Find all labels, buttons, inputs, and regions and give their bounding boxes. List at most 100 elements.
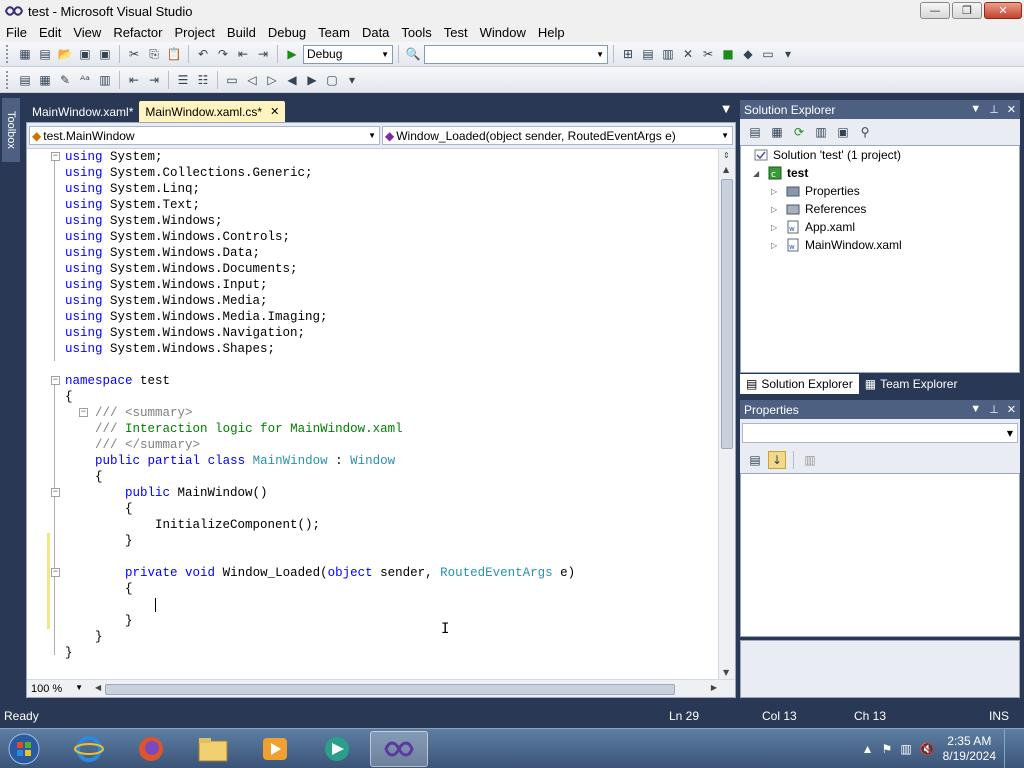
object-selector[interactable]: ▼ [742, 423, 1018, 443]
clear-bookmarks-icon[interactable]: ▢ [323, 71, 341, 89]
types-combo[interactable]: ◆ test.MainWindow ▼ [29, 126, 380, 145]
scroll-right-icon[interactable]: ▶ [711, 683, 717, 692]
scroll-left-icon[interactable]: ◀ [95, 683, 101, 692]
menu-data[interactable]: Data [356, 25, 395, 40]
tab-mainwindow-xaml-cs[interactable]: MainWindow.xaml.cs* ✕ [139, 101, 286, 122]
decrease-indent-icon[interactable]: ⇤ [125, 71, 143, 89]
view-designer-icon[interactable]: ▣ [834, 123, 852, 141]
taskbar-explorer[interactable] [184, 731, 242, 767]
paste-icon[interactable]: 📋 [165, 45, 183, 63]
tree-item-mainwindow-xaml[interactable]: ▷ w MainWindow.xaml [771, 236, 902, 254]
horizontal-scrollbar[interactable]: ◀ ▶ [95, 683, 717, 695]
toolbox-icon[interactable]: ✕ [679, 45, 697, 63]
tree-item-properties[interactable]: ▷ Properties [771, 182, 860, 200]
network-icon[interactable]: ▥ [900, 742, 911, 756]
scroll-down-icon[interactable]: ▼ [723, 668, 729, 677]
extension-manager-icon[interactable]: ◆ [739, 45, 757, 63]
start-button[interactable] [4, 731, 44, 767]
tree-item-app-xaml[interactable]: ▷ w App.xaml [771, 218, 855, 236]
volume-muted-icon[interactable]: 🔇 [920, 742, 935, 756]
refresh-icon[interactable]: ⟳ [790, 123, 808, 141]
taskbar-media-player[interactable] [246, 731, 304, 767]
property-pages-icon[interactable]: ▥ [801, 451, 819, 469]
uncomment-lines-icon[interactable]: ☷ [194, 71, 212, 89]
panel-close-icon[interactable]: ✕ [1007, 103, 1016, 116]
vertical-scrollbar[interactable]: ⇕ ▲ ▼ [718, 149, 735, 681]
minimize-button[interactable]: — [920, 2, 950, 19]
previous-bookmark-icon[interactable]: ◁ [243, 71, 261, 89]
expand-arrow-icon[interactable]: ▷ [771, 223, 785, 232]
menu-view[interactable]: View [67, 25, 107, 40]
tree-item-references[interactable]: ▷ References [771, 200, 866, 218]
find-in-files-icon[interactable]: 🔍 [404, 45, 422, 63]
tree-item-solution[interactable]: Solution 'test' (1 project) [753, 146, 901, 164]
split-handle-icon[interactable]: ⇕ [723, 151, 730, 160]
clock[interactable]: 2:35 AM 8/19/2024 [943, 734, 996, 764]
toolbar-grip[interactable] [6, 45, 10, 63]
panel-close-icon[interactable]: ✕ [1007, 403, 1016, 416]
menu-file[interactable]: File [0, 25, 33, 40]
menu-refactor[interactable]: Refactor [107, 25, 168, 40]
new-project-icon[interactable]: ▦ [16, 45, 34, 63]
tools-icon[interactable]: ✂ [699, 45, 717, 63]
collapse-icon[interactable]: − [51, 568, 60, 577]
taskbar-internet-explorer[interactable] [60, 731, 118, 767]
code-text-area[interactable]: − using System; using System.Collections.… [27, 149, 719, 681]
toolbox-tab[interactable]: Toolbox [2, 98, 20, 162]
menu-help[interactable]: Help [532, 25, 571, 40]
horizontal-scroll-thumb[interactable] [105, 684, 675, 695]
collapse-icon[interactable]: − [51, 488, 60, 497]
increase-indent-icon[interactable]: ⇥ [145, 71, 163, 89]
member-list-icon[interactable]: ✎ [56, 71, 74, 89]
vertical-scroll-thumb[interactable] [721, 179, 733, 449]
view-code-icon[interactable]: ▥ [812, 123, 830, 141]
toolbar-grip-2[interactable] [6, 70, 10, 89]
quick-info-icon[interactable]: ▤ [16, 71, 34, 89]
show-hidden-icons-icon[interactable]: ▲ [862, 742, 874, 756]
menu-test[interactable]: Test [438, 25, 474, 40]
menu-tools[interactable]: Tools [395, 25, 437, 40]
show-desktop-button[interactable] [1004, 729, 1018, 768]
open-file-icon[interactable]: 📂 [56, 45, 74, 63]
word-complete-icon[interactable]: ᴬᵃ [76, 71, 94, 89]
start-page-icon[interactable]: ■ [719, 45, 737, 63]
find-combo[interactable]: ▼ [424, 44, 608, 64]
taskbar-app[interactable] [308, 731, 366, 767]
expand-arrow-icon[interactable]: ▷ [771, 241, 785, 250]
tab-mainwindow-xaml[interactable]: MainWindow.xaml* [26, 101, 139, 122]
properties-icon[interactable]: ▤ [746, 123, 764, 141]
close-tab-icon[interactable]: ✕ [270, 105, 279, 118]
toolbar2-options-icon[interactable]: ▾ [343, 71, 361, 89]
pin-icon[interactable]: ⊥ [989, 403, 999, 416]
collapse-icon[interactable]: − [51, 152, 60, 161]
next-bookmark-icon[interactable]: ▷ [263, 71, 281, 89]
copy-icon[interactable]: ⎘ [145, 45, 163, 63]
undo-icon[interactable]: ↶ [194, 45, 212, 63]
menu-window[interactable]: Window [474, 25, 532, 40]
zoom-combo[interactable]: 100 % ▼ [27, 683, 87, 695]
action-center-icon[interactable]: ⚑ [882, 742, 893, 756]
parameter-info-icon[interactable]: ▦ [36, 71, 54, 89]
expand-arrow-icon[interactable]: ▷ [771, 187, 785, 196]
panel-menu-icon[interactable]: ▼ [970, 103, 981, 116]
collapse-icon[interactable]: − [51, 376, 60, 385]
close-button[interactable]: ✕ [984, 2, 1022, 19]
redo-icon[interactable]: ↷ [214, 45, 232, 63]
panel-menu-icon[interactable]: ▼ [970, 403, 981, 416]
comment-lines-icon[interactable]: ☰ [174, 71, 192, 89]
toggle-bookmark-icon[interactable]: ▭ [223, 71, 241, 89]
class-diagram-icon[interactable]: ⚲ [856, 123, 874, 141]
menu-build[interactable]: Build [221, 25, 262, 40]
quick-find-icon[interactable]: ▥ [96, 71, 114, 89]
next-bookmark-folder-icon[interactable]: ▶ [303, 71, 321, 89]
taskbar-firefox[interactable] [122, 731, 180, 767]
pin-icon[interactable]: ⊥ [989, 103, 999, 116]
save-all-icon[interactable]: ▣ [96, 45, 114, 63]
menu-edit[interactable]: Edit [33, 25, 67, 40]
menu-debug[interactable]: Debug [262, 25, 312, 40]
cut-icon[interactable]: ✂ [125, 45, 143, 63]
expand-arrow-icon[interactable]: ▷ [771, 205, 785, 214]
tab-team-explorer[interactable]: ▦ Team Explorer [859, 374, 964, 394]
solution-configuration-combo[interactable]: Debug ▼ [303, 44, 393, 64]
collapse-icon[interactable]: − [79, 408, 88, 417]
